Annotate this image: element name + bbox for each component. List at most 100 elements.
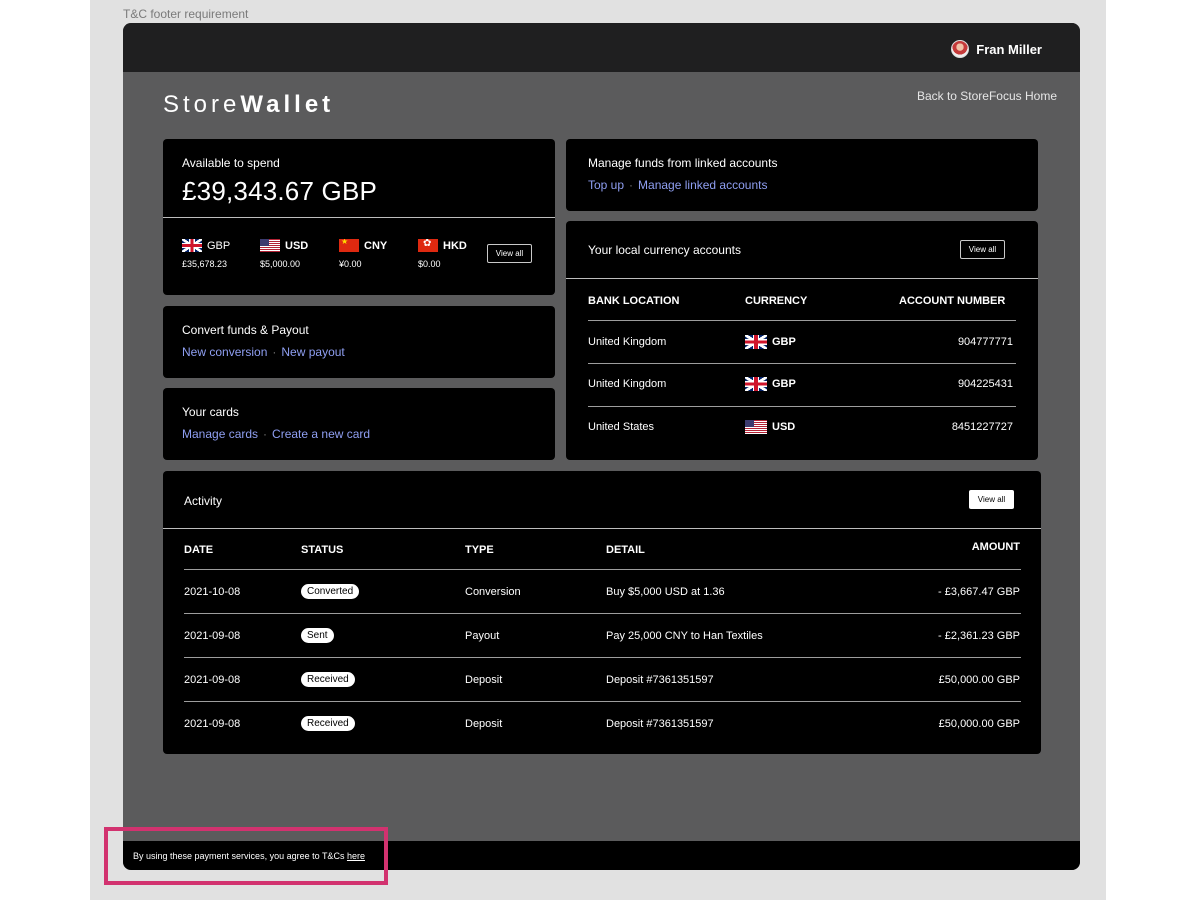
linked-accounts-card: Manage funds from linked accounts Top up… (566, 139, 1038, 211)
bank-location: United States (588, 421, 655, 433)
activity-type: Deposit (465, 718, 503, 730)
us-flag-icon (745, 420, 767, 434)
convert-label: Convert funds & Payout (182, 323, 309, 337)
currency-amount: ¥0.00 (339, 259, 362, 269)
new-conversion-link[interactable]: New conversion (182, 345, 267, 359)
activity-type: Deposit (465, 674, 503, 686)
separator-dot: · (263, 427, 268, 441)
status-badge: Sent (301, 628, 334, 643)
account-number: 8451227727 (951, 421, 1013, 433)
balance-amount: £39,343.67 GBP (182, 176, 378, 206)
currency-code: CNY (364, 239, 388, 252)
currency-code: HKD (443, 239, 467, 252)
us-flag-icon (260, 239, 280, 252)
activity-date: 2021-09-08 (184, 674, 241, 686)
status-badge: Converted (301, 584, 360, 599)
uk-flag-icon (745, 377, 767, 391)
user-menu[interactable]: Fran Miller (951, 40, 1042, 58)
new-payout-link[interactable]: New payout (281, 345, 344, 359)
currency-amount: $0.00 (418, 259, 441, 269)
top-bar: Fran Miller (123, 23, 1080, 72)
column-date: DATE (184, 544, 214, 556)
divider (566, 278, 1038, 279)
activity-amount: - £3,667.47 GBP (938, 586, 1020, 598)
activity-detail: Deposit #7361351597 (606, 674, 714, 686)
view-all-accounts-button[interactable]: View all (960, 240, 1005, 259)
annotation-highlight-box (104, 827, 388, 885)
view-all-activity-button[interactable]: View all (969, 490, 1014, 509)
hk-flag-icon (418, 239, 438, 252)
status-badge: Received (301, 672, 355, 687)
brand-prefix: Store (163, 91, 241, 118)
create-card-link[interactable]: Create a new card (272, 427, 370, 441)
row-divider (588, 406, 1016, 407)
activity-amount: - £2,361.23 GBP (938, 630, 1020, 642)
currency-cell: USD (745, 420, 795, 434)
activity-date: 2021-09-08 (184, 718, 241, 730)
activity-card: Activity View all DATE STATUS TYPE DETAI… (163, 471, 1041, 754)
activity-date: 2021-10-08 (184, 586, 241, 598)
cn-flag-icon (339, 239, 359, 252)
row-divider (184, 701, 1021, 702)
currency-code: GBP (772, 378, 796, 390)
top-up-link[interactable]: Top up (588, 178, 624, 192)
back-home-link[interactable]: Back to StoreFocus Home (917, 89, 1057, 103)
activity-detail: Deposit #7361351597 (606, 718, 714, 730)
avatar[interactable] (951, 40, 970, 58)
linked-accounts-label: Manage funds from linked accounts (588, 156, 778, 170)
column-amount: AMOUNT (971, 541, 1020, 553)
currency-hkd: HKD $0.00 (418, 239, 467, 269)
currency-amount: £35,678.23 (182, 259, 228, 269)
user-name: Fran Miller (976, 41, 1042, 57)
column-type: TYPE (465, 544, 494, 556)
cards-card: Your cards Manage cards · Create a new car… (163, 388, 555, 460)
currency-code: USD (285, 239, 309, 252)
frame-caption: T&C footer requirement (123, 7, 249, 21)
divider (163, 217, 555, 218)
manage-cards-link[interactable]: Manage cards (182, 427, 258, 441)
uk-flag-icon (182, 239, 202, 252)
bank-location: United Kingdom (588, 336, 667, 348)
brand-suffix: Wallet (240, 91, 335, 118)
column-status: STATUS (301, 544, 344, 556)
currency-code: USD (772, 421, 796, 433)
separator-dot: · (272, 345, 277, 359)
brand-logo: StoreWallet (163, 91, 334, 119)
activity-type: Conversion (465, 586, 521, 598)
column-account-number: ACCOUNT NUMBER (899, 295, 1006, 307)
divider (163, 528, 1041, 529)
currency-amount: $5,000.00 (260, 259, 301, 269)
manage-linked-accounts-link[interactable]: Manage linked accounts (638, 178, 767, 192)
account-number: 904777771 (957, 336, 1013, 348)
row-divider (588, 363, 1016, 364)
convert-card: Convert funds & Payout New conversion · Ne… (163, 306, 555, 378)
cards-label: Your cards (182, 405, 239, 419)
balance-label: Available to spend (182, 156, 280, 170)
view-all-currencies-button[interactable]: View all (487, 244, 532, 263)
wallet-app: Fran Miller StoreWallet Back to StoreFoc… (123, 23, 1080, 870)
uk-flag-icon (745, 335, 767, 349)
currency-code: GBP (207, 239, 231, 252)
activity-date: 2021-09-08 (184, 630, 241, 642)
activity-detail: Buy $5,000 USD at 1.36 (606, 586, 725, 598)
column-bank-location: BANK LOCATION (588, 295, 680, 307)
bank-location: United Kingdom (588, 378, 667, 390)
currency-gbp: GBP £35,678.23 (182, 239, 230, 269)
activity-amount: £50,000.00 GBP (938, 674, 1020, 686)
row-divider (184, 613, 1021, 614)
row-divider (588, 320, 1016, 321)
currency-usd: USD $5,000.00 (260, 239, 308, 269)
currency-cell: GBP (745, 335, 796, 349)
separator-dot: · (629, 178, 634, 192)
row-divider (184, 657, 1021, 658)
row-divider (184, 569, 1021, 570)
account-number: 904225431 (957, 378, 1013, 390)
column-detail: DETAIL (606, 544, 645, 556)
currency-cell: GBP (745, 377, 796, 391)
activity-label: Activity (184, 494, 223, 508)
currency-cny: CNY ¥0.00 (339, 239, 387, 269)
status-badge: Received (301, 716, 355, 731)
local-accounts-label: Your local currency accounts (588, 243, 741, 257)
currency-code: GBP (772, 336, 796, 348)
local-accounts-card: Your local currency accounts View all BA… (566, 221, 1038, 460)
